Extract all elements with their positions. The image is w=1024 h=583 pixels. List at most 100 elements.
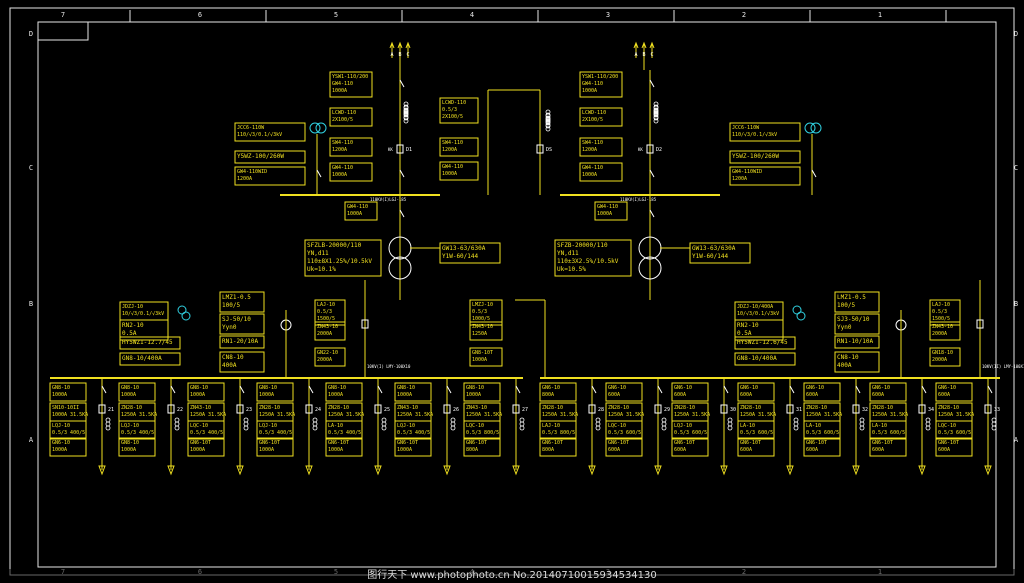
label-text: 1000A [259, 392, 274, 398]
label-text: LQJ-10 [121, 423, 139, 429]
label-text: GW4-110 [597, 204, 618, 210]
label-text: 110±3X2.5%/10.5kV [557, 258, 619, 265]
label-text: 0.5/3 400/5 [397, 430, 430, 436]
ct-coil [595, 425, 601, 431]
frame-row-letter: C [29, 164, 33, 172]
ct-coil [991, 417, 997, 423]
label-text: 600A [872, 447, 884, 453]
feeder-id: 22 [177, 407, 183, 413]
label-text: 600A [806, 392, 818, 398]
tag: KK [638, 147, 643, 152]
ct-coil [450, 417, 456, 423]
ct-coil [661, 417, 667, 423]
ct-coil [859, 421, 865, 427]
label-text: JCC6-110W [732, 125, 760, 131]
label-text: GN8-10 [328, 385, 346, 391]
watermark: 图行天下 www.photophoto.cn No.20140710015934… [0, 569, 1024, 583]
label-text: LA-10 [328, 423, 343, 429]
label-text: 1250A 31.5KA [674, 412, 710, 418]
label-text: LQC-10 [466, 423, 484, 429]
pt-winding [804, 122, 816, 134]
label-text: 1250A 31.5KA [190, 412, 226, 418]
ct-coil [519, 417, 525, 423]
label-text: ZN43-10 [472, 324, 493, 330]
label-text: GN6-10T [190, 440, 211, 446]
label-text: ZN28-10 [328, 405, 349, 411]
label-text: ZN28-10 [542, 405, 563, 411]
label-text: ZN28-10 [938, 405, 959, 411]
label-text: LAJ-10 [932, 302, 950, 308]
phase-letter: C [650, 52, 653, 58]
label-text: LMZ1-0.5 [222, 294, 251, 301]
label-text: 0.5/3 600/5 [608, 430, 641, 436]
switch-blade [399, 169, 405, 178]
ct-coil [312, 421, 318, 427]
label-text: LAJ-10 [542, 423, 560, 429]
phase-letter: B [642, 52, 645, 58]
label-text: Yyn0 [222, 324, 237, 331]
label-text: SJ-50/10 [222, 316, 251, 323]
switch-blade [649, 209, 655, 218]
frame-row-letter: D [29, 30, 33, 38]
label-text: 1000A [121, 392, 136, 398]
label-text: 600A [740, 447, 752, 453]
feeder-id: 26 [453, 407, 459, 413]
pt-winding [315, 122, 327, 134]
title-corner-box [37, 21, 89, 41]
label-text: 1000A [466, 392, 481, 398]
label-text: ZN43-10 [932, 324, 953, 330]
label-text: 0.5/3 600/5 [674, 430, 707, 436]
label-text: 2000A [932, 331, 947, 337]
label-text: 0.5A [122, 330, 137, 337]
ct-coil [545, 126, 551, 132]
label-text: SFZLB-20000/110 [307, 242, 362, 249]
breaker-id: D1 [406, 147, 412, 153]
label-text: GN6-10T [542, 440, 563, 446]
label-text: YSW1-110/200 [582, 74, 618, 80]
ct-coil [991, 421, 997, 427]
label-text: ZN28-10 [121, 405, 142, 411]
label-text: 110±8X1.25%/10.5kV [307, 258, 372, 265]
label-text: LCWD-110 [332, 110, 356, 116]
label-text: 1000A [397, 392, 412, 398]
frame-col-number: 1 [878, 11, 882, 19]
breaker-id: D2 [656, 147, 662, 153]
label-text: Y1W-60/144 [692, 253, 729, 260]
feeder-id: 21 [108, 407, 114, 413]
pt10-winding [796, 311, 806, 321]
label-text: 2X100/5 [582, 117, 603, 123]
label-text: JCC6-110W [237, 125, 265, 131]
label-text: YN,d11 [307, 250, 329, 257]
label-text: 0.5/3 400/5 [190, 430, 223, 436]
ct-coil [312, 417, 318, 423]
phase-letter: B [398, 52, 401, 58]
label-text: 1000A [582, 88, 597, 94]
label-text: ZN43-10 [466, 405, 487, 411]
switch-blade [101, 385, 107, 394]
label-text: 600A [806, 447, 818, 453]
label-text: GW4-110 [442, 164, 463, 170]
switch-blade [921, 385, 927, 394]
ct-coil [727, 421, 733, 427]
label-text: 100/5 [837, 302, 855, 309]
label-text: YN,d11 [557, 250, 579, 257]
label-text: GN6-10T [608, 440, 629, 446]
feeder-id: 23 [246, 407, 252, 413]
phase-letter: C [406, 52, 409, 58]
switch-blade [657, 385, 663, 394]
label-text: 800A [542, 392, 554, 398]
label-text: Uk=10.1% [307, 266, 336, 273]
label-text: 1250A 31.5KA [806, 412, 842, 418]
label-text: 0.5/3 800/5 [466, 430, 499, 436]
label-text: LAJ-10 [317, 302, 335, 308]
label-text: 1000A [347, 211, 362, 217]
label-text: LCWD-110 [582, 110, 606, 116]
label-text: 1000A [52, 447, 67, 453]
label-text: GW13-63/630A [692, 245, 736, 252]
ct-coil [312, 425, 318, 431]
label-text: 2000A [317, 331, 332, 337]
switch-blade [987, 385, 993, 394]
label-text: 1000/5 [472, 316, 490, 322]
ct-coil [727, 417, 733, 423]
bus-label: 10KV(I) LMY-100X10 [367, 364, 411, 369]
